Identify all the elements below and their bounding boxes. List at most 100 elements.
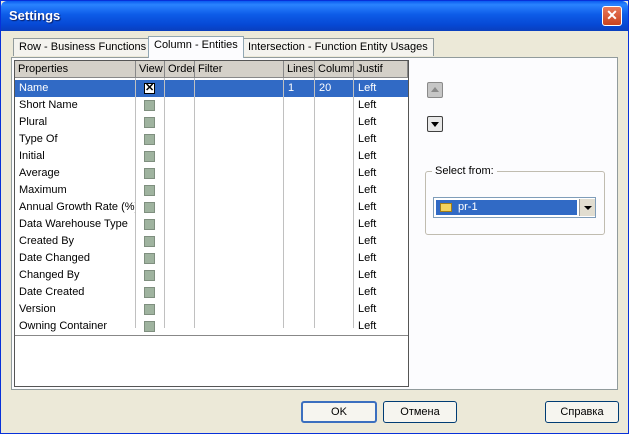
table-row[interactable]: Annual Growth Rate (%) Left bbox=[15, 199, 408, 216]
properties-grid[interactable]: Properties View Order Filter Lines Column Just… bbox=[14, 60, 409, 387]
table-row[interactable]: Short Name Left bbox=[15, 97, 408, 114]
cancel-button[interactable]: Отмена bbox=[383, 401, 457, 423]
cell-filter[interactable] bbox=[195, 182, 284, 199]
cell-justify[interactable]: Left bbox=[354, 165, 408, 182]
cell-column[interactable] bbox=[315, 114, 354, 131]
move-down-button[interactable] bbox=[427, 116, 443, 132]
cell-lines[interactable] bbox=[284, 131, 315, 148]
cell-column[interactable] bbox=[315, 233, 354, 250]
cell-filter[interactable] bbox=[195, 165, 284, 182]
cell-order[interactable] bbox=[165, 199, 195, 216]
cell-column[interactable] bbox=[315, 182, 354, 199]
cell-lines[interactable] bbox=[284, 301, 315, 318]
cell-order[interactable] bbox=[165, 148, 195, 165]
cell-justify[interactable]: Left bbox=[354, 250, 408, 267]
view-checkbox[interactable] bbox=[144, 185, 155, 196]
cell-lines[interactable] bbox=[284, 284, 315, 301]
column-header-justif[interactable]: Justif bbox=[354, 61, 408, 78]
move-up-button[interactable] bbox=[427, 82, 443, 98]
cell-column[interactable] bbox=[315, 318, 354, 335]
view-checkbox[interactable] bbox=[144, 219, 155, 230]
cell-order[interactable] bbox=[165, 80, 195, 97]
cell-order[interactable] bbox=[165, 131, 195, 148]
view-checkbox[interactable] bbox=[144, 117, 155, 128]
cell-filter[interactable] bbox=[195, 216, 284, 233]
close-button[interactable]: ✕ bbox=[602, 6, 622, 26]
cell-justify[interactable]: Left bbox=[354, 267, 408, 284]
cell-order[interactable] bbox=[165, 250, 195, 267]
cell-column[interactable] bbox=[315, 165, 354, 182]
table-row[interactable]: Plural Left bbox=[15, 114, 408, 131]
column-header-lines[interactable]: Lines bbox=[284, 61, 315, 78]
cell-lines[interactable] bbox=[284, 267, 315, 284]
cell-order[interactable] bbox=[165, 165, 195, 182]
cell-justify[interactable]: Left bbox=[354, 199, 408, 216]
cell-filter[interactable] bbox=[195, 318, 284, 335]
cell-property[interactable]: Date Created bbox=[15, 284, 136, 301]
view-checkbox[interactable] bbox=[144, 304, 155, 315]
view-checkbox[interactable] bbox=[144, 270, 155, 281]
table-row[interactable]: Changed By Left bbox=[15, 267, 408, 284]
ok-button[interactable]: OK bbox=[301, 401, 377, 423]
cell-property[interactable]: Annual Growth Rate (%) bbox=[15, 199, 136, 216]
cell-property[interactable]: Version bbox=[15, 301, 136, 318]
cell-justify[interactable]: Left bbox=[354, 182, 408, 199]
cell-filter[interactable] bbox=[195, 284, 284, 301]
cell-filter[interactable] bbox=[195, 131, 284, 148]
cell-order[interactable] bbox=[165, 301, 195, 318]
title-bar[interactable]: Settings ✕ bbox=[1, 1, 628, 31]
cell-property[interactable]: Type Of bbox=[15, 131, 136, 148]
cell-order[interactable] bbox=[165, 233, 195, 250]
table-row[interactable]: Average Left bbox=[15, 165, 408, 182]
cell-justify[interactable]: Left bbox=[354, 216, 408, 233]
cell-column[interactable] bbox=[315, 301, 354, 318]
cell-justify[interactable]: Left bbox=[354, 97, 408, 114]
cell-order[interactable] bbox=[165, 182, 195, 199]
cell-lines[interactable] bbox=[284, 165, 315, 182]
cell-filter[interactable] bbox=[195, 148, 284, 165]
cell-lines[interactable] bbox=[284, 250, 315, 267]
view-checkbox[interactable]: ✕ bbox=[144, 83, 155, 94]
cell-property[interactable]: Plural bbox=[15, 114, 136, 131]
view-checkbox[interactable] bbox=[144, 287, 155, 298]
help-button[interactable]: Справка bbox=[545, 401, 619, 423]
cell-property[interactable]: Changed By bbox=[15, 267, 136, 284]
cell-filter[interactable] bbox=[195, 114, 284, 131]
view-checkbox[interactable] bbox=[144, 253, 155, 264]
view-checkbox[interactable] bbox=[144, 321, 155, 332]
tab-row-business-functions[interactable]: Row - Business Functions bbox=[13, 38, 153, 56]
cell-order[interactable] bbox=[165, 267, 195, 284]
table-row[interactable]: Initial Left bbox=[15, 148, 408, 165]
cell-property[interactable]: Short Name bbox=[15, 97, 136, 114]
cell-order[interactable] bbox=[165, 216, 195, 233]
cell-property[interactable]: Average bbox=[15, 165, 136, 182]
cell-justify[interactable]: Left bbox=[354, 114, 408, 131]
cell-justify[interactable]: Left bbox=[354, 148, 408, 165]
table-row[interactable]: Version Left bbox=[15, 301, 408, 318]
cell-order[interactable] bbox=[165, 114, 195, 131]
cell-filter[interactable] bbox=[195, 80, 284, 97]
cell-lines[interactable] bbox=[284, 216, 315, 233]
cell-lines[interactable]: 1 bbox=[284, 80, 315, 97]
select-from-combo[interactable]: pr-1 bbox=[433, 197, 596, 218]
table-row[interactable]: Owning Container Left bbox=[15, 318, 408, 335]
column-header-filter[interactable]: Filter bbox=[195, 61, 284, 78]
cell-lines[interactable] bbox=[284, 182, 315, 199]
cell-justify[interactable]: Left bbox=[354, 318, 408, 335]
cell-order[interactable] bbox=[165, 284, 195, 301]
cell-property[interactable]: Owning Container bbox=[15, 318, 136, 335]
cell-lines[interactable] bbox=[284, 199, 315, 216]
cell-column[interactable] bbox=[315, 216, 354, 233]
cell-lines[interactable] bbox=[284, 97, 315, 114]
cell-justify[interactable]: Left bbox=[354, 131, 408, 148]
column-header-view[interactable]: View bbox=[136, 61, 165, 78]
table-row[interactable]: Date Changed Left bbox=[15, 250, 408, 267]
cell-justify[interactable]: Left bbox=[354, 80, 408, 97]
cell-column[interactable] bbox=[315, 97, 354, 114]
cell-column[interactable] bbox=[315, 199, 354, 216]
view-checkbox[interactable] bbox=[144, 202, 155, 213]
column-header-properties[interactable]: Properties bbox=[15, 61, 136, 78]
cell-justify[interactable]: Left bbox=[354, 284, 408, 301]
cell-filter[interactable] bbox=[195, 301, 284, 318]
table-row[interactable]: Name ✕ 1 20 Left bbox=[15, 80, 408, 97]
